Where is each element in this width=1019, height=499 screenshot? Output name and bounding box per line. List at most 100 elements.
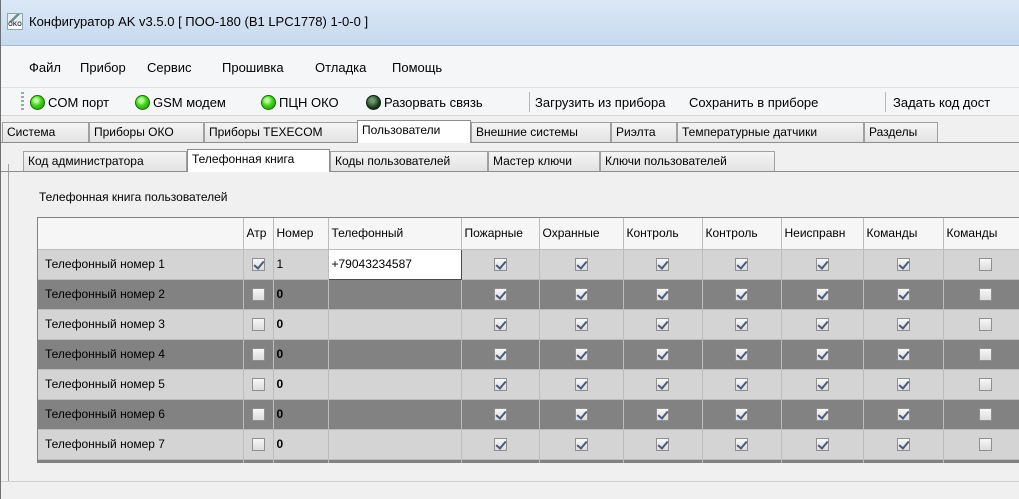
- security-cell[interactable]: [539, 339, 624, 370]
- fire-cell[interactable]: [461, 459, 540, 463]
- column-header-control-2[interactable]: Контроль: [702, 218, 782, 250]
- control-2-cell[interactable]: [702, 249, 782, 280]
- faults-cell[interactable]: [781, 339, 864, 370]
- control-1-cell[interactable]: [623, 399, 703, 430]
- attr-checkbox[interactable]: [251, 288, 265, 302]
- commands-1-checkbox[interactable]: [896, 408, 910, 422]
- attr-checkbox[interactable]: [251, 378, 265, 392]
- commands-1-cell[interactable]: [863, 309, 944, 340]
- phone-cell[interactable]: [328, 339, 462, 370]
- commands-2-cell[interactable]: [943, 429, 1019, 460]
- faults-cell[interactable]: [781, 249, 864, 280]
- column-header-control-1[interactable]: Контроль: [623, 218, 703, 250]
- faults-checkbox[interactable]: [815, 378, 829, 392]
- number-cell[interactable]: 0: [273, 309, 329, 340]
- fire-checkbox[interactable]: [493, 348, 507, 362]
- security-cell[interactable]: [539, 309, 624, 340]
- security-cell[interactable]: [539, 429, 624, 460]
- security-checkbox[interactable]: [574, 378, 588, 392]
- title-bar[interactable]: OKO Конфигуратор AK v3.5.0 [ ПОО-180 (B1…: [1, 0, 1019, 46]
- control-1-checkbox[interactable]: [656, 258, 669, 272]
- control-2-cell[interactable]: [702, 309, 782, 340]
- column-header-security[interactable]: Охранные: [539, 218, 624, 250]
- control-2-cell[interactable]: [702, 369, 782, 400]
- faults-cell[interactable]: [781, 399, 864, 430]
- fire-cell[interactable]: [461, 279, 540, 310]
- phone-cell[interactable]: [328, 369, 462, 400]
- attr-cell[interactable]: [243, 429, 274, 460]
- tab-external-systems[interactable]: Внешние системы: [471, 122, 611, 142]
- number-cell[interactable]: 0: [273, 429, 329, 460]
- commands-1-cell[interactable]: [863, 249, 944, 280]
- commands-1-cell[interactable]: [863, 459, 944, 463]
- attr-cell[interactable]: [243, 309, 274, 340]
- attr-checkbox[interactable]: [251, 438, 265, 452]
- control-2-cell[interactable]: [702, 399, 782, 430]
- menu-debug[interactable]: Отладка: [315, 60, 366, 75]
- control-2-checkbox[interactable]: [735, 408, 748, 422]
- table-row[interactable]: Телефонный номер 1 1 +79043234587: [38, 248, 1019, 280]
- table-row[interactable]: Телефонный номер 5 0: [38, 369, 1019, 400]
- fire-checkbox[interactable]: [493, 288, 507, 302]
- fire-cell[interactable]: [461, 339, 540, 370]
- set-access-code-button[interactable]: Задать код дост: [893, 92, 990, 112]
- control-1-checkbox[interactable]: [656, 408, 669, 422]
- column-header-fire[interactable]: Пожарные: [461, 218, 540, 250]
- column-header-faults[interactable]: Неисправн: [781, 218, 864, 250]
- fire-cell[interactable]: [461, 399, 540, 430]
- com-port-button[interactable]: COM порт: [30, 92, 109, 112]
- commands-2-cell[interactable]: [943, 369, 1019, 400]
- control-2-checkbox[interactable]: [735, 258, 748, 272]
- attr-cell[interactable]: [243, 249, 274, 280]
- control-2-checkbox[interactable]: [735, 348, 748, 362]
- table-row[interactable]: Телефонный номер 7 0: [38, 429, 1019, 460]
- control-1-cell[interactable]: [623, 459, 703, 463]
- commands-2-cell[interactable]: [943, 309, 1019, 340]
- toolbar-grip[interactable]: [21, 92, 24, 112]
- number-cell[interactable]: 0: [273, 339, 329, 370]
- phone-cell[interactable]: [328, 399, 462, 430]
- commands-2-cell[interactable]: [943, 279, 1019, 310]
- control-2-checkbox[interactable]: [735, 438, 748, 452]
- security-cell[interactable]: [539, 279, 624, 310]
- fire-checkbox[interactable]: [493, 438, 507, 452]
- gsm-modem-button[interactable]: GSM модем: [135, 92, 226, 112]
- menu-service[interactable]: Сервис: [147, 60, 192, 75]
- fire-checkbox[interactable]: [493, 318, 507, 332]
- column-header-number[interactable]: Номер: [273, 218, 329, 250]
- commands-2-checkbox[interactable]: [979, 378, 992, 392]
- faults-checkbox[interactable]: [815, 258, 829, 272]
- control-1-checkbox[interactable]: [656, 318, 669, 332]
- commands-2-cell[interactable]: [943, 339, 1019, 370]
- control-1-cell[interactable]: [623, 369, 703, 400]
- fire-cell[interactable]: [461, 309, 540, 340]
- phone-cell[interactable]: [328, 429, 462, 460]
- commands-2-checkbox[interactable]: [979, 348, 992, 362]
- fire-cell[interactable]: [461, 429, 540, 460]
- number-cell[interactable]: 0: [273, 399, 329, 430]
- table-row[interactable]: Телефонный номер 6 0: [38, 399, 1019, 430]
- faults-cell[interactable]: [781, 429, 864, 460]
- control-2-checkbox[interactable]: [735, 378, 748, 392]
- control-1-cell[interactable]: [623, 429, 703, 460]
- tab-oko-devices[interactable]: Приборы ОКО: [89, 122, 204, 142]
- phone-cell[interactable]: [328, 279, 462, 310]
- security-checkbox[interactable]: [574, 318, 588, 332]
- phonebook-grid[interactable]: Атр Номер Телефонный Пожарные Охранные К…: [37, 217, 1019, 463]
- commands-2-checkbox[interactable]: [979, 438, 992, 452]
- commands-2-checkbox[interactable]: [979, 318, 992, 332]
- fire-cell[interactable]: [461, 369, 540, 400]
- commands-2-cell[interactable]: [943, 249, 1019, 280]
- commands-2-checkbox[interactable]: [979, 288, 992, 302]
- security-checkbox[interactable]: [574, 288, 588, 302]
- phone-cell[interactable]: +79043234587: [327, 248, 462, 280]
- commands-1-cell[interactable]: [863, 279, 944, 310]
- number-cell[interactable]: 0: [273, 369, 329, 400]
- attr-cell[interactable]: [243, 399, 274, 430]
- tab-texecom-devices[interactable]: Приборы TEXECOM: [204, 122, 358, 142]
- phone-cell[interactable]: [328, 309, 462, 340]
- commands-2-checkbox[interactable]: [979, 408, 992, 422]
- load-from-device-button[interactable]: Загрузить из прибора: [535, 92, 665, 112]
- menu-help[interactable]: Помощь: [392, 60, 442, 75]
- tab-sections[interactable]: Разделы: [864, 122, 938, 142]
